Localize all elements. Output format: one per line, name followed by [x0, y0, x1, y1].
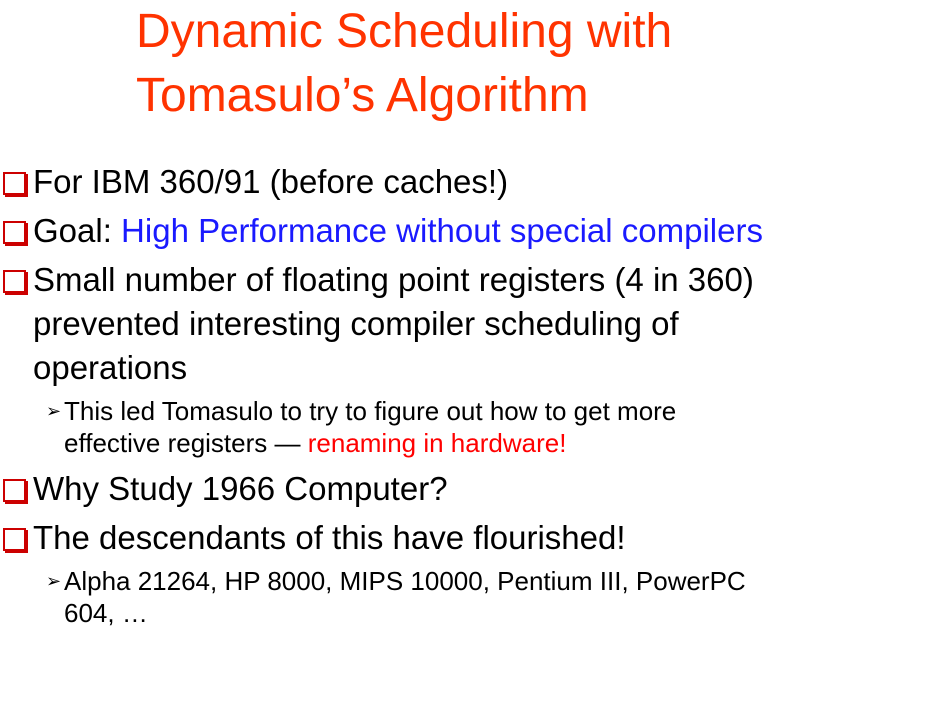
hollow-square-icon	[3, 172, 26, 195]
bullet-registers: Small number of floating point registers…	[0, 258, 940, 390]
goal-highlight: High Performance without special compile…	[121, 212, 763, 249]
goal-label: Goal:	[33, 212, 122, 249]
bullet-text-line-2: prevented interesting compiler schedulin…	[33, 305, 679, 342]
renaming-highlight: renaming in hardware!	[307, 428, 567, 458]
slide: Dynamic Scheduling with Tomasulo’s Algor…	[0, 0, 940, 706]
hollow-square-icon	[3, 270, 26, 293]
sub-bullet-line-1: Alpha 21264, HP 8000, MIPS 10000, Pentiu…	[64, 566, 746, 596]
arrowhead-icon: ➢	[46, 401, 62, 421]
slide-title: Dynamic Scheduling with Tomasulo’s Algor…	[136, 0, 916, 128]
bullet-text: Goal: High Performance without special c…	[33, 209, 940, 253]
bullet-text-line-1: Small number of floating point registers…	[33, 261, 754, 298]
bullet-list: For IBM 360/91 (before caches!) Goal: Hi…	[0, 160, 940, 637]
title-line-2: Tomasulo’s Algorithm	[136, 69, 589, 122]
sub-bullet-line-1: This led Tomasulo to try to figure out h…	[64, 396, 677, 426]
bullet-goal: Goal: High Performance without special c…	[0, 209, 940, 253]
bullet-text: Why Study 1966 Computer?	[33, 470, 448, 507]
hollow-square-icon	[3, 528, 26, 551]
sub-bullet-processors: ➢ Alpha 21264, HP 8000, MIPS 10000, Pent…	[0, 565, 940, 629]
bullet-ibm-360: For IBM 360/91 (before caches!)	[0, 160, 940, 204]
bullet-text: For IBM 360/91 (before caches!)	[33, 163, 509, 200]
arrowhead-icon: ➢	[46, 571, 62, 591]
bullet-descendants: The descendants of this have flourished!	[0, 516, 940, 560]
sub-bullet-prefix: effective registers —	[64, 428, 308, 458]
sub-bullet-renaming: ➢ This led Tomasulo to try to figure out…	[0, 395, 940, 459]
bullet-text: The descendants of this have flourished!	[33, 519, 626, 556]
bullet-text-line-3: operations	[33, 349, 188, 386]
title-line-1: Dynamic Scheduling with	[136, 5, 673, 58]
hollow-square-icon	[3, 221, 26, 244]
hollow-square-icon	[3, 479, 26, 502]
sub-bullet-line-2: 604, …	[64, 598, 148, 628]
sub-bullet-line-2: effective registers — renaming in hardwa…	[64, 427, 940, 459]
bullet-why-study: Why Study 1966 Computer?	[0, 467, 940, 511]
